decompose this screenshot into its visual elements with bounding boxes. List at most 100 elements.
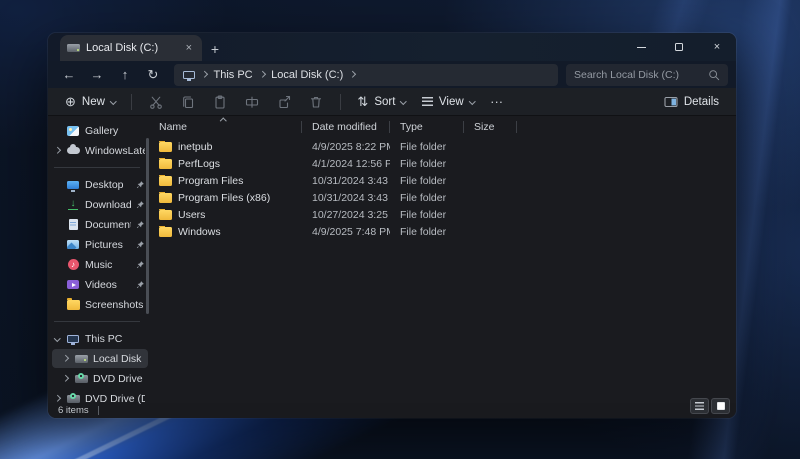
sidebar-item-desktop[interactable]: Desktop — [52, 175, 148, 194]
pin-icon — [136, 280, 145, 289]
sidebar-item-dvd-drive-d-2[interactable]: DVD Drive (D:) C — [52, 389, 148, 408]
file-list-pane: Name Date modified Type Size inetpub 4/9… — [149, 116, 736, 403]
breadcrumb[interactable]: This PC Local Disk (C:) — [174, 64, 558, 86]
sidebar-item-dvd-drive-d[interactable]: DVD Drive (D:) — [52, 369, 148, 388]
file-name: Program Files — [178, 175, 243, 187]
file-row-perflogs[interactable]: PerfLogs 4/1/2024 12:56 PM File folder — [149, 155, 736, 172]
minimize-button[interactable] — [622, 33, 660, 61]
column-header-name[interactable]: Name — [149, 118, 301, 135]
sidebar-item-gallery[interactable]: Gallery — [52, 121, 148, 140]
rename-button[interactable] — [237, 91, 267, 113]
chevron-down-icon — [110, 98, 116, 104]
up-button[interactable]: ↑ — [112, 64, 138, 86]
file-date: 4/9/2025 7:48 PM — [302, 226, 390, 238]
back-button[interactable]: ← — [56, 64, 82, 86]
details-pane-label: Details — [684, 96, 719, 108]
sidebar-item-documents[interactable]: Documents — [52, 215, 148, 234]
music-icon: ♪ — [68, 259, 79, 270]
sort-button-label: Sort — [374, 96, 395, 108]
details-pane-button[interactable]: Details — [657, 92, 726, 112]
desktop-wallpaper: Local Disk (C:) × + × ← → ↑ ↻ This PC Lo… — [0, 0, 800, 459]
view-button[interactable]: View — [415, 92, 481, 112]
chevron-right-icon[interactable] — [62, 375, 68, 381]
share-icon — [277, 95, 291, 109]
rename-icon — [245, 95, 259, 109]
breadcrumb-this-pc[interactable]: This PC — [214, 69, 253, 81]
file-type: File folder — [390, 209, 464, 221]
sidebar-item-onedrive[interactable]: WindowsLatest — [52, 141, 148, 160]
sidebar-item-label: Screenshots — [85, 299, 145, 311]
status-bar: 6 items — [48, 403, 736, 418]
drive-icon — [75, 355, 88, 363]
new-button-label: New — [82, 96, 105, 108]
sidebar-item-screenshots[interactable]: Screenshots — [52, 295, 148, 314]
pin-icon — [136, 180, 145, 189]
sidebar-item-label: This PC — [85, 333, 145, 345]
more-options-button[interactable]: ··· — [483, 91, 510, 112]
sidebar-item-this-pc[interactable]: This PC — [52, 329, 148, 348]
file-rows: inetpub 4/9/2025 8:22 PM File folder Per… — [149, 138, 736, 240]
sidebar-item-pictures[interactable]: Pictures — [52, 235, 148, 254]
sidebar-item-downloads[interactable]: ↓ Downloads — [52, 195, 148, 214]
search-input[interactable]: Search Local Disk (C:) — [566, 64, 728, 86]
sidebar-item-label: Pictures — [85, 239, 131, 251]
sort-arrows-icon: ⇅ — [357, 95, 368, 108]
file-name: Windows — [178, 226, 221, 238]
column-header-size[interactable]: Size — [464, 118, 516, 135]
refresh-button[interactable]: ↻ — [140, 64, 166, 86]
file-row-program-files[interactable]: Program Files 10/31/2024 3:43 AM File fo… — [149, 172, 736, 189]
folder-icon — [67, 300, 80, 310]
paste-icon — [213, 95, 227, 109]
dvd-drive-icon — [75, 375, 88, 383]
tab-local-disk[interactable]: Local Disk (C:) × — [60, 35, 202, 61]
chevron-right-icon[interactable] — [62, 355, 68, 361]
minimize-icon — [637, 47, 646, 48]
sort-button[interactable]: ⇅ Sort — [350, 91, 413, 112]
cut-button[interactable] — [141, 91, 171, 113]
tab-close-icon[interactable]: × — [183, 42, 195, 55]
file-name: Users — [178, 209, 205, 221]
maximize-button[interactable] — [660, 33, 698, 61]
file-row-inetpub[interactable]: inetpub 4/9/2025 8:22 PM File folder — [149, 138, 736, 155]
sort-ascending-icon — [220, 118, 226, 124]
window-controls: × — [622, 33, 736, 61]
new-tab-button[interactable]: + — [202, 37, 228, 61]
column-header-date-modified[interactable]: Date modified — [302, 118, 389, 135]
pin-icon — [136, 220, 145, 229]
forward-button[interactable]: → — [84, 64, 110, 86]
copy-button[interactable] — [173, 91, 203, 113]
file-name: Program Files (x86) — [178, 192, 270, 204]
close-button[interactable]: × — [698, 33, 736, 61]
this-pc-icon — [183, 71, 195, 79]
share-button[interactable] — [269, 91, 299, 113]
pin-icon — [136, 260, 145, 269]
chevron-down-icon — [400, 98, 406, 104]
delete-button[interactable] — [301, 91, 331, 113]
file-date: 4/1/2024 12:56 PM — [302, 158, 390, 170]
column-headers: Name Date modified Type Size — [149, 118, 736, 135]
chevron-right-icon[interactable] — [54, 147, 60, 153]
file-row-windows[interactable]: Windows 4/9/2025 7:48 PM File folder — [149, 223, 736, 240]
cut-icon — [149, 95, 163, 109]
sidebar-item-label: Gallery — [85, 125, 145, 137]
paste-button[interactable] — [205, 91, 235, 113]
folder-icon — [159, 227, 172, 237]
pin-icon — [136, 240, 145, 249]
new-button[interactable]: ⊕ New — [58, 91, 122, 112]
sidebar-item-music[interactable]: ♪ Music — [52, 255, 148, 274]
file-row-users[interactable]: Users 10/27/2024 3:25 AM File folder — [149, 206, 736, 223]
drive-icon — [67, 44, 80, 52]
videos-icon — [67, 280, 79, 289]
chevron-right-icon[interactable] — [54, 395, 60, 401]
column-divider[interactable] — [516, 121, 517, 133]
file-name: PerfLogs — [178, 158, 220, 170]
sidebar-item-videos[interactable]: Videos — [52, 275, 148, 294]
column-header-type[interactable]: Type — [390, 118, 463, 135]
sidebar-item-local-disk-c[interactable]: Local Disk (C:) — [52, 349, 148, 368]
breadcrumb-local-disk[interactable]: Local Disk (C:) — [271, 69, 343, 81]
chevron-down-icon[interactable] — [54, 335, 60, 341]
file-row-program-files-x86[interactable]: Program Files (x86) 10/31/2024 3:43 AM F… — [149, 189, 736, 206]
search-placeholder: Search Local Disk (C:) — [574, 69, 702, 81]
trash-icon — [309, 95, 323, 109]
file-type: File folder — [390, 192, 464, 204]
